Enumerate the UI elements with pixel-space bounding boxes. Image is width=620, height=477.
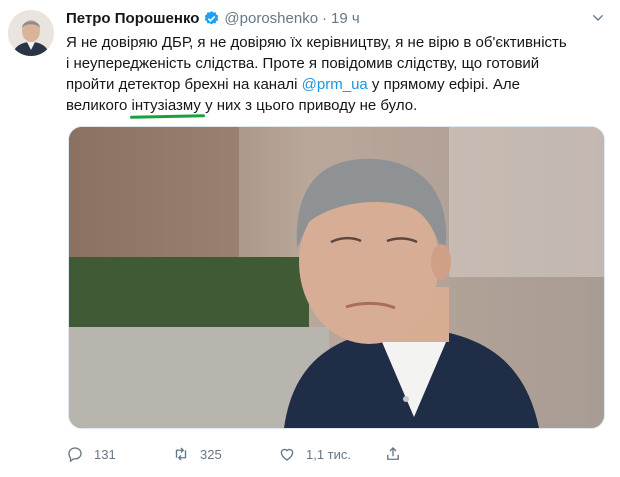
verified-badge-icon: [203, 10, 220, 27]
tweet-text: Я не довіряю ДБР, я не довіряю їх керівн…: [66, 32, 606, 116]
separator-dot: ·: [322, 9, 328, 27]
tweet-photo[interactable]: [68, 126, 605, 429]
retweet-icon: [175, 447, 187, 461]
avatar[interactable]: [8, 10, 54, 56]
reply-icon: [68, 447, 82, 463]
like-button[interactable]: 1,1 тис.: [278, 436, 384, 472]
reply-count: 131: [94, 446, 116, 462]
tweet-container[interactable]: Петро Порошенко @poroshenko · 19 ч Я не …: [66, 6, 606, 116]
share-icon: [387, 447, 399, 460]
tweet-text-part-3: у них з цього приводу не було.: [200, 97, 418, 114]
tweet-header: Петро Порошенко @poroshenko · 19 ч: [66, 6, 606, 30]
retweet-count: 325: [200, 446, 222, 462]
author-handle[interactable]: @poroshenko: [224, 10, 318, 27]
share-button[interactable]: [384, 436, 412, 472]
author-name[interactable]: Петро Порошенко: [66, 10, 199, 27]
retweet-button[interactable]: 325: [172, 436, 278, 472]
reply-button[interactable]: 131: [66, 436, 172, 472]
highlighted-word: інтузіазму: [131, 97, 201, 114]
photo-portrait: [69, 127, 604, 428]
heart-icon: [280, 448, 294, 461]
tweet-actions: 131 325 1,1 тис.: [66, 436, 606, 472]
mention-link[interactable]: @prm_ua: [302, 76, 368, 93]
timestamp[interactable]: 19 ч: [331, 10, 360, 27]
chevron-down-icon[interactable]: [590, 10, 606, 26]
like-count: 1,1 тис.: [306, 446, 352, 462]
